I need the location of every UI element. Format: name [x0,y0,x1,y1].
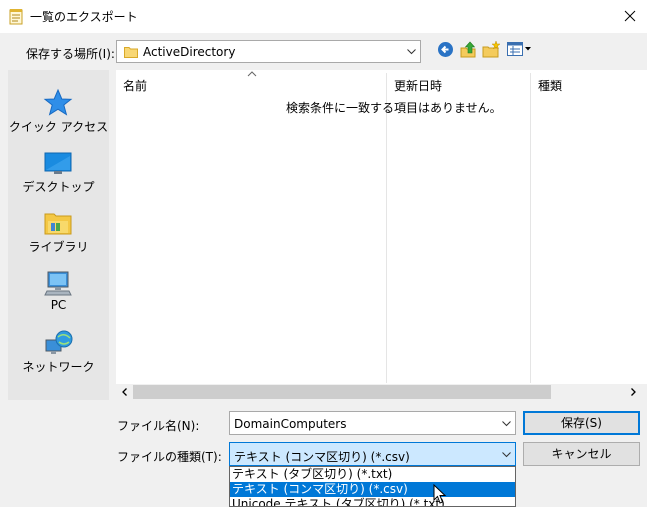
place-network[interactable]: ネットワーク [8,318,109,378]
place-label: ライブラリ [28,240,89,254]
filetype-option-unicode-txt[interactable]: Unicode テキスト (タブ区切り) (*.txt) [230,497,515,506]
filetype-option-txt[interactable]: テキスト (タブ区切り) (*.txt) [230,467,515,482]
cancel-button[interactable]: キャンセル [523,442,640,466]
scrollbar-thumb[interactable] [133,385,551,399]
filetype-dropdown-list[interactable]: テキスト (タブ区切り) (*.txt) テキスト (コンマ区切り) (*.cs… [229,466,516,507]
new-folder-icon[interactable] [482,40,501,59]
computer-icon [44,271,72,296]
scroll-left-icon[interactable] [120,387,130,397]
title-bar: 一覧のエクスポート [0,0,647,33]
places-bar: クイック アクセス デスクトップ ライブラリ PC ネットワーク [8,70,109,400]
file-list[interactable]: 名前 更新日時 種類 検索条件に一致する項目はありません。 [116,70,647,400]
filename-value: DomainComputers [234,417,347,431]
back-icon[interactable] [437,41,454,58]
chevron-down-icon[interactable] [406,46,417,57]
column-header-type[interactable]: 種類 [538,77,562,94]
filename-label: ファイル名(N): [117,419,200,433]
filetype-value: テキスト (コンマ区切り) (*.csv) [234,450,410,464]
place-label: PC [50,298,67,312]
place-label: クイック アクセス [8,120,109,134]
save-button[interactable]: 保存(S) [523,411,640,435]
column-header-name[interactable]: 名前 [123,77,147,94]
library-folder-icon [44,213,72,235]
close-icon[interactable] [616,4,644,28]
filetype-option-csv[interactable]: テキスト (コンマ区切り) (*.csv) [230,482,515,497]
place-desktop[interactable]: デスクトップ [8,138,109,198]
column-header-modified[interactable]: 更新日時 [394,77,442,94]
place-quick-access[interactable]: クイック アクセス [8,78,109,138]
filetype-label: ファイルの種類(T): [117,450,222,464]
window-title: 一覧のエクスポート [30,10,138,24]
place-label: ネットワーク [22,360,95,374]
place-label: デスクトップ [22,180,95,194]
filename-input[interactable]: DomainComputers [229,411,516,435]
chevron-down-icon[interactable] [501,449,512,460]
place-pc[interactable]: PC [8,258,109,318]
column-divider[interactable] [530,73,531,383]
notepad-icon [9,9,23,25]
sort-ascending-icon [247,71,257,77]
scroll-right-icon[interactable] [628,387,638,397]
folder-icon [124,47,138,58]
mouse-cursor-icon [433,484,447,504]
desktop-icon [44,152,72,174]
star-icon [43,88,73,116]
save-location-combo[interactable]: ActiveDirectory [116,40,421,63]
column-divider[interactable] [386,73,387,383]
save-location-label: 保存する場所(I): [26,47,115,61]
save-location-value: ActiveDirectory [143,45,236,59]
view-menu-icon[interactable] [507,41,532,57]
filetype-select[interactable]: テキスト (コンマ区切り) (*.csv) [229,442,516,466]
chevron-down-icon[interactable] [501,418,512,429]
empty-list-message: 検索条件に一致する項目はありません。 [286,101,502,115]
up-folder-icon[interactable] [459,40,477,59]
place-libraries[interactable]: ライブラリ [8,198,109,258]
horizontal-scrollbar[interactable] [116,384,647,400]
network-icon [45,330,73,354]
